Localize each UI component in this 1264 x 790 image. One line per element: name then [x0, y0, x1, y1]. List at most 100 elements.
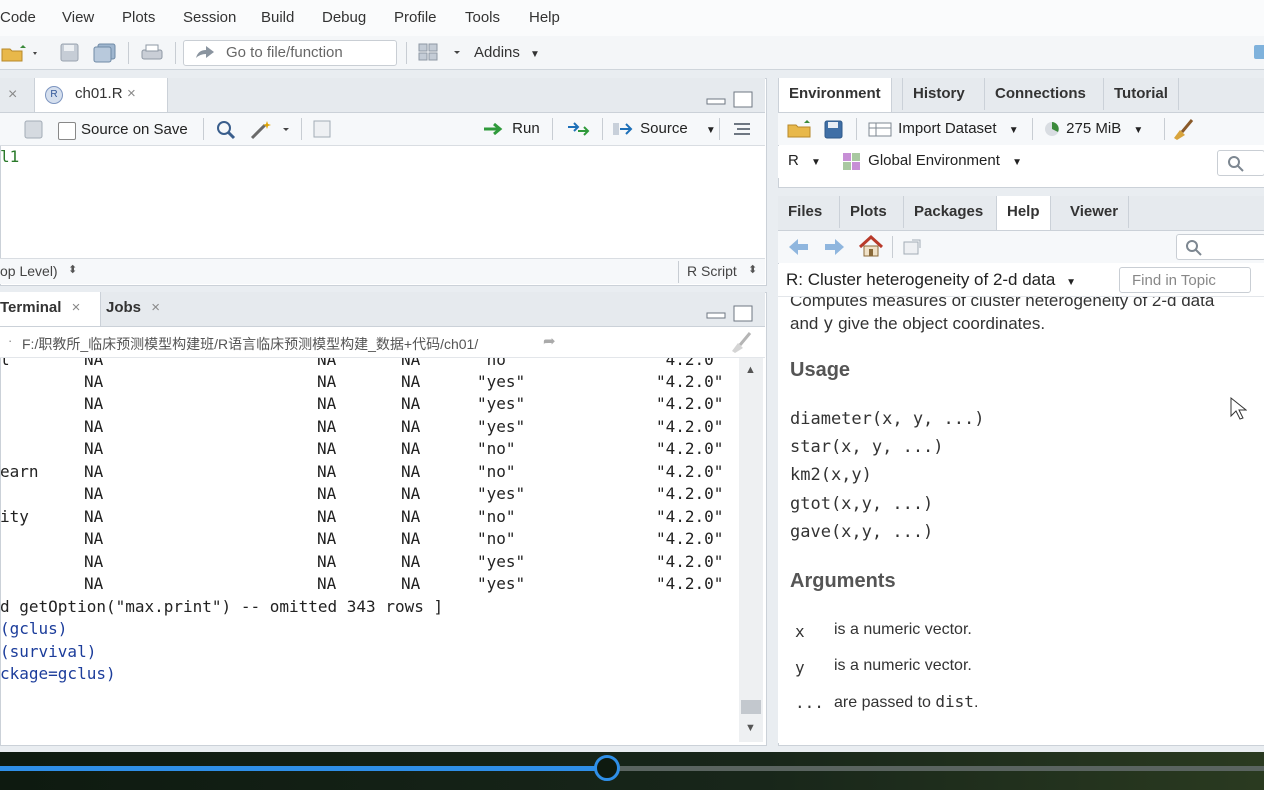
menu-profile[interactable]: Profile: [394, 9, 437, 26]
save-icon[interactable]: [24, 120, 44, 140]
save-workspace-icon[interactable]: [824, 120, 844, 140]
load-workspace-icon[interactable]: [786, 119, 814, 139]
environment-search-input[interactable]: [1217, 150, 1264, 176]
tab-packages[interactable]: Packages: [903, 196, 993, 228]
help-desc-rest: give the object coordinates.: [838, 314, 1046, 333]
scrollbar-thumb[interactable]: [741, 700, 761, 714]
environment-toolbar: Import Dataset ▼ 275 MiB ▼: [778, 113, 1264, 145]
checkbox-box: [58, 122, 76, 140]
argument-name: x: [795, 622, 805, 641]
tab-help[interactable]: Help: [996, 196, 1051, 230]
usage-line: gtot(x,y, ...): [790, 494, 934, 514]
menu-plots[interactable]: Plots: [122, 9, 155, 26]
broom-icon[interactable]: [728, 331, 754, 353]
magic-wand-icon[interactable]: [249, 119, 294, 141]
tab-history-label: History: [913, 85, 965, 102]
working-directory[interactable]: F:/职教所_临床预测模型构建班/R语言临床预测模型构建_数据+代码/ch01/: [22, 334, 478, 354]
compile-report-icon[interactable]: [313, 120, 331, 138]
close-icon[interactable]: ×: [151, 299, 160, 316]
close-icon[interactable]: ×: [127, 78, 136, 110]
tab-plots[interactable]: Plots: [839, 196, 897, 228]
source-button[interactable]: Source ▼: [612, 120, 716, 137]
save-all-icon[interactable]: [93, 43, 117, 63]
maximize-icon[interactable]: [733, 305, 753, 322]
project-icon[interactable]: [1252, 42, 1264, 62]
outline-icon[interactable]: [732, 121, 752, 137]
scope-indicator[interactable]: op Level): [0, 263, 58, 279]
menu-build[interactable]: Build: [261, 9, 294, 26]
tab-terminal[interactable]: Terminal ×: [0, 292, 101, 326]
menu-code[interactable]: Code: [0, 9, 36, 26]
console-scrollbar[interactable]: ▲ ▼: [739, 358, 763, 742]
help-description-line2: and y give the object coordinates.: [790, 314, 1045, 334]
close-icon[interactable]: ×: [72, 299, 81, 316]
grid-layout-icon[interactable]: [418, 43, 464, 63]
tab-environment[interactable]: Environment: [778, 78, 892, 112]
goto-dir-icon[interactable]: ➦: [543, 332, 556, 350]
tab-files[interactable]: Files: [778, 196, 832, 228]
environment-scope-select[interactable]: Global Environment ▼: [842, 152, 1022, 171]
tab-terminal-label: Terminal: [0, 299, 62, 316]
menu-help[interactable]: Help: [529, 9, 560, 26]
help-toolbar: [778, 231, 1264, 263]
back-arrow-icon[interactable]: [788, 238, 810, 256]
tab-jobs[interactable]: Jobs ×: [96, 292, 170, 324]
usage-line: km2(x,y): [790, 465, 872, 485]
memory-pie-icon: [1045, 122, 1059, 137]
editor-toolbar: Source on Save Run Source ▼: [0, 113, 765, 146]
language-select[interactable]: R ▼: [788, 152, 821, 169]
editor-statusbar: op Level) ⬍ R Script ⬍: [0, 258, 765, 284]
chevron-down-icon[interactable]: ▼: [706, 125, 716, 136]
rerun-icon[interactable]: [566, 121, 592, 137]
file-type-indicator[interactable]: R Script: [687, 263, 737, 279]
window-controls: [706, 305, 753, 322]
run-button[interactable]: Run: [482, 120, 540, 137]
minimize-icon[interactable]: [706, 98, 726, 105]
console-output[interactable]: l NA NA NA "no" "4.2.0" NA NA NA "yes" "4.2.0" NA…: [0, 358, 738, 744]
video-progress-handle[interactable]: [594, 755, 620, 781]
help-topic-select[interactable]: R: Cluster heterogeneity of 2-d data ▼: [786, 270, 1076, 290]
run-label: Run: [512, 120, 540, 137]
window-controls: [706, 91, 753, 108]
close-icon[interactable]: ×: [8, 86, 17, 104]
environment-scope-label: Global Environment: [868, 152, 1000, 169]
tab-packages-label: Packages: [914, 203, 984, 220]
argument-name: ...: [795, 693, 824, 712]
tab-plots-label: Plots: [850, 203, 887, 220]
import-dataset-button[interactable]: Import Dataset ▼: [868, 120, 1019, 137]
maximize-icon[interactable]: [733, 91, 753, 108]
help-topic-bar: R: Cluster heterogeneity of 2-d data ▼ F…: [778, 264, 1264, 297]
home-icon[interactable]: [858, 235, 884, 257]
tab-ch01-r[interactable]: R ch01.R ×: [34, 78, 168, 112]
open-folder-icon[interactable]: [0, 43, 40, 63]
scroll-up-icon[interactable]: ▲: [745, 364, 756, 376]
minimize-icon[interactable]: [706, 312, 726, 319]
menu-tools[interactable]: Tools: [465, 9, 500, 26]
memory-usage-button[interactable]: 275 MiB ▼: [1044, 120, 1143, 137]
addins-menu[interactable]: Addins ▼: [474, 44, 540, 61]
argument-code: dist: [935, 692, 974, 711]
tab-files-label: Files: [788, 203, 823, 220]
help-search-input[interactable]: [1176, 234, 1264, 260]
go-to-file-input[interactable]: Go to file/function: [183, 40, 397, 66]
search-icon[interactable]: [215, 119, 237, 141]
help-desc-and: and: [790, 314, 819, 333]
save-icon[interactable]: [60, 43, 80, 63]
tab-viewer[interactable]: Viewer: [1060, 196, 1130, 228]
tab-history[interactable]: History: [902, 78, 975, 110]
popout-icon[interactable]: [902, 238, 924, 256]
tab-connections[interactable]: Connections: [984, 78, 1096, 110]
menu-debug[interactable]: Debug: [322, 9, 366, 26]
go-to-file-placeholder: Go to file/function: [226, 44, 343, 61]
menu-view[interactable]: View: [62, 9, 94, 26]
broom-icon[interactable]: [1170, 118, 1196, 140]
print-icon[interactable]: [140, 43, 164, 63]
help-desc-y: y: [823, 314, 834, 334]
editor-line-1[interactable]: l1: [0, 147, 19, 166]
find-in-topic-input[interactable]: Find in Topic: [1119, 267, 1251, 293]
forward-arrow-icon[interactable]: [824, 238, 846, 256]
menu-session[interactable]: Session: [183, 9, 236, 26]
tab-tutorial[interactable]: Tutorial: [1103, 78, 1179, 110]
scroll-down-icon[interactable]: ▼: [745, 722, 756, 734]
video-player-bar: [0, 752, 1264, 790]
